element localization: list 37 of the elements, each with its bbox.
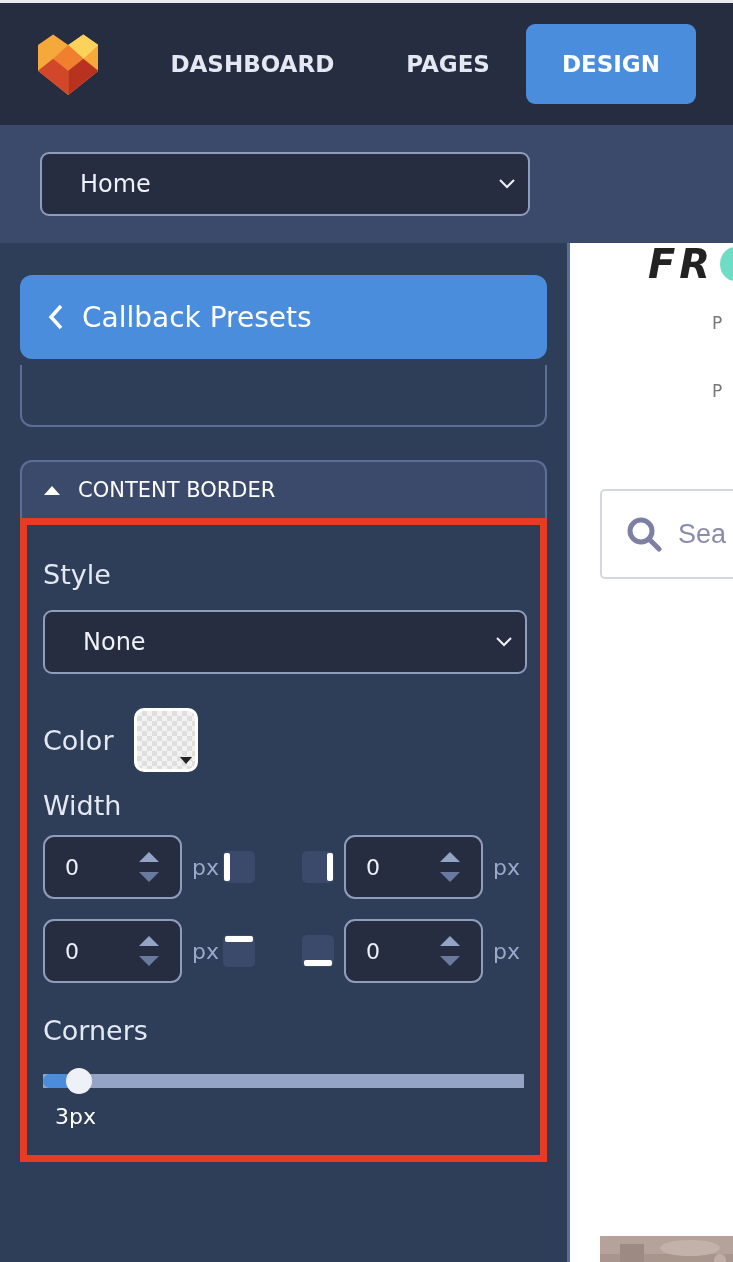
color-swatch[interactable]	[133, 708, 198, 772]
unit-label: px	[192, 854, 219, 880]
stepper-icon[interactable]	[439, 849, 461, 885]
unit-label: px	[493, 938, 520, 964]
preview-text: P	[712, 313, 723, 333]
section-header[interactable]: CONTENT BORDER	[22, 462, 545, 518]
width-input[interactable]: 0	[43, 835, 182, 899]
border-bottom-icon[interactable]	[302, 935, 334, 967]
color-label: Color	[43, 724, 114, 756]
stepper-icon[interactable]	[439, 933, 461, 969]
border-right-icon[interactable]	[302, 851, 334, 883]
style-select[interactable]: None	[43, 610, 527, 674]
unit-label: px	[493, 854, 520, 880]
corners-label: Corners	[43, 1015, 149, 1046]
chevron-left-icon	[48, 304, 64, 330]
width-input[interactable]: 0	[344, 835, 483, 899]
border-top-icon[interactable]	[223, 935, 255, 967]
page-select[interactable]: Home	[40, 152, 530, 216]
chevron-down-icon	[498, 178, 516, 190]
site-logo: FR	[648, 243, 715, 287]
nav-tab[interactable]: DASHBOARD	[134, 24, 371, 104]
width-label: Width	[43, 790, 123, 821]
search-icon	[626, 516, 662, 552]
chevron-down-icon	[495, 636, 513, 648]
border-left-icon[interactable]	[223, 851, 255, 883]
width-input[interactable]: 0	[344, 919, 483, 983]
stepper-icon[interactable]	[138, 849, 160, 885]
triangle-up-icon	[44, 485, 60, 495]
unit-label: px	[192, 938, 219, 964]
width-input[interactable]: 0	[43, 919, 182, 983]
corners-value: 3px	[55, 1104, 97, 1129]
nav-tab[interactable]: PAGES	[370, 24, 526, 104]
style-label: Style	[43, 559, 112, 590]
caret-icon	[179, 757, 192, 765]
preview-text: P	[712, 381, 723, 401]
stepper-icon[interactable]	[138, 933, 160, 969]
slider-thumb[interactable]	[66, 1068, 93, 1094]
